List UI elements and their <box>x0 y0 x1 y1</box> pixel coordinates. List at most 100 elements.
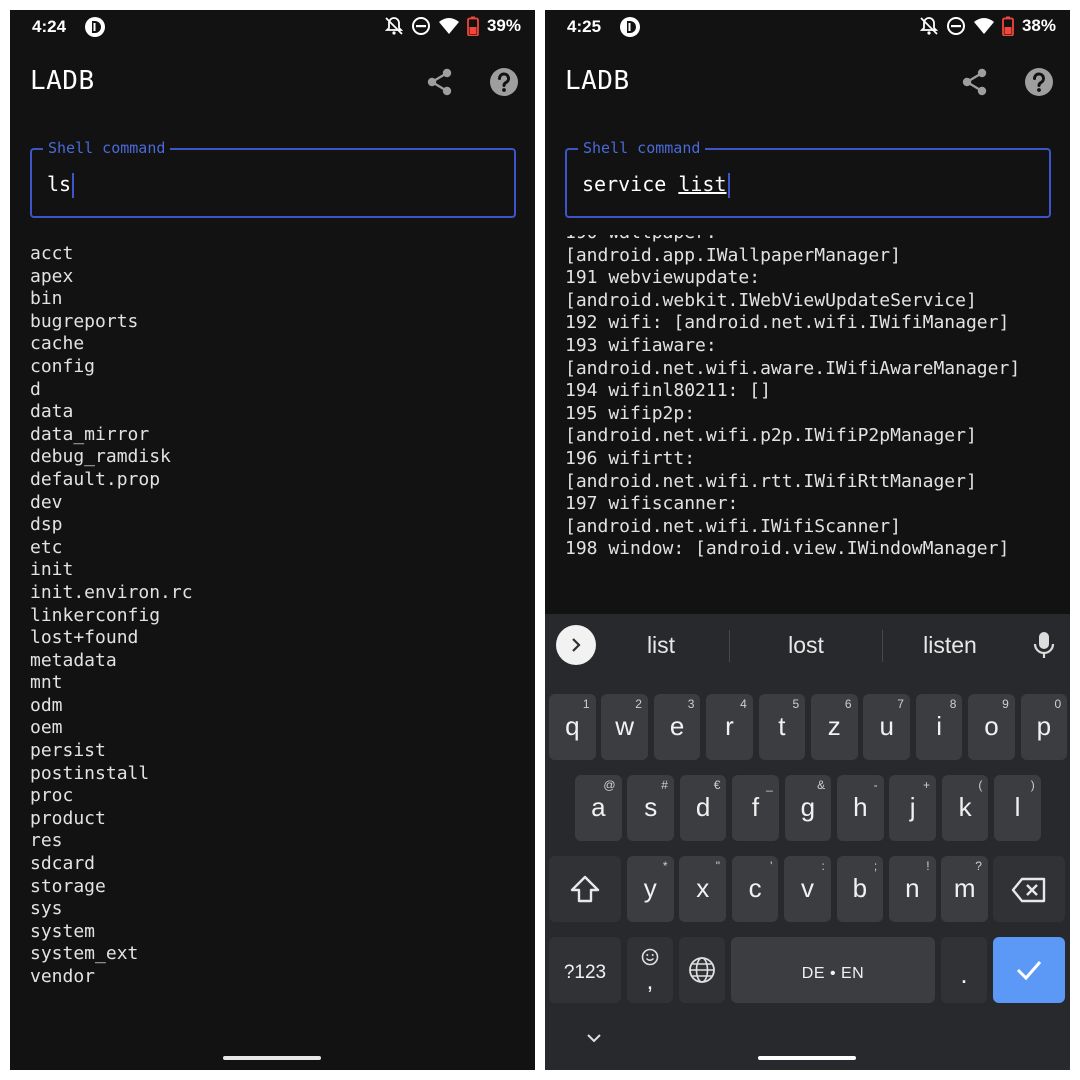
app-title: LADB <box>30 66 95 96</box>
key-hint: & <box>817 778 826 792</box>
chevron-right-icon <box>572 638 581 652</box>
microphone-icon[interactable] <box>1032 630 1056 660</box>
key-label: s <box>644 792 658 822</box>
key-hint: : <box>821 859 825 873</box>
key-label: u <box>879 711 894 741</box>
key-b[interactable]: ; b <box>836 856 884 922</box>
output-line: cache <box>30 333 85 355</box>
shell-command-input[interactable]: Shell command ls <box>30 139 516 218</box>
key-hint: @ <box>603 778 616 792</box>
key-r[interactable]: 4r <box>706 694 753 760</box>
output-line: init <box>30 559 74 581</box>
command-text: ls <box>47 172 72 196</box>
key-t[interactable]: 5t <box>758 694 806 760</box>
notifications-off-icon <box>919 17 939 35</box>
key-n[interactable]: ! n <box>889 856 936 922</box>
status-bar: 4:24 39% <box>10 10 535 46</box>
key-f[interactable]: _ f <box>732 775 779 841</box>
key-label: c <box>748 873 762 903</box>
key-x[interactable]: " x <box>679 856 726 922</box>
symbols-key[interactable]: ?123 <box>549 937 621 1003</box>
key-d[interactable]: € d <box>679 775 727 841</box>
output-line: config <box>30 355 96 377</box>
key-hint: 9 <box>1002 697 1009 711</box>
key-h[interactable]: -h <box>837 775 884 841</box>
key-hint: * <box>662 859 668 873</box>
key-hint: ( <box>978 778 983 792</box>
key-q[interactable]: 1q <box>549 694 596 760</box>
key-label: f <box>751 792 760 822</box>
enter-key[interactable] <box>993 937 1065 1003</box>
output-line: mnt <box>30 672 63 694</box>
key-j[interactable]: + j <box>889 775 936 841</box>
shift-key[interactable] <box>549 856 621 922</box>
app-title: LADB <box>565 66 630 96</box>
key-u[interactable]: 7u <box>863 694 910 760</box>
space-bar[interactable]: DE • EN <box>731 937 935 1003</box>
shell-command-value[interactable]: service list <box>582 172 730 198</box>
command-output-viewport[interactable]: 190 wallpaper:[android.app.IWallpaperMan… <box>545 235 1070 615</box>
output-line: debug_ramdisk <box>30 446 171 468</box>
command-output: acct apex bin bugreports cache config d data dat… <box>30 243 510 989</box>
key-label: r <box>725 711 734 741</box>
key-label: g <box>800 792 816 822</box>
key-label: x <box>696 873 710 903</box>
output-line: [android.app.IWallpaperManager] <box>565 244 901 266</box>
key-hint: 8 <box>949 697 957 711</box>
key-hint: 5 <box>792 697 800 711</box>
emoji-comma-key[interactable]: , <box>627 937 673 1003</box>
key-g[interactable]: & g <box>784 775 832 841</box>
backspace-key[interactable] <box>993 856 1065 922</box>
battery-percentage: 39% <box>486 16 521 35</box>
command-text-composing: list <box>678 172 727 196</box>
key-s[interactable]: # s <box>627 775 674 841</box>
share-icon[interactable] <box>424 66 456 98</box>
output-line: storage <box>30 875 106 897</box>
key-v[interactable]: :v <box>784 856 831 922</box>
key-c[interactable]: ' c <box>731 856 779 922</box>
home-indicator[interactable] <box>758 1056 856 1060</box>
key-w[interactable]: 2w <box>601 694 648 760</box>
key-label: v <box>800 873 814 903</box>
expand-toolbar-button[interactable] <box>556 625 596 665</box>
suggestion-2[interactable]: lost <box>741 632 871 659</box>
home-indicator[interactable] <box>223 1056 321 1060</box>
help-icon[interactable] <box>488 66 520 98</box>
period-key[interactable]: . <box>941 937 987 1003</box>
key-label: h <box>853 792 868 822</box>
shell-command-value[interactable]: ls <box>47 172 75 198</box>
battery-percentage: 38% <box>1021 16 1056 35</box>
output-line: apex <box>30 265 74 287</box>
output-line: system_ext <box>30 943 139 965</box>
key-o[interactable]: 9o <box>968 694 1015 760</box>
language-switch-key[interactable] <box>679 937 725 1003</box>
shell-command-input[interactable]: Shell command service list <box>565 139 1051 218</box>
key-label: q <box>565 711 580 741</box>
suggestion-3[interactable]: listen <box>885 632 1015 659</box>
output-line: persist <box>30 740 106 762</box>
checkmark-icon <box>1016 961 1042 981</box>
key-l[interactable]: ) l <box>994 775 1041 841</box>
key-i[interactable]: 8i <box>915 694 963 760</box>
key-y[interactable]: * y <box>627 856 674 922</box>
output-line: acct <box>30 243 74 264</box>
suggestion-1[interactable]: list <box>596 632 726 659</box>
key-label: e <box>669 711 685 741</box>
shift-icon <box>570 875 600 903</box>
do-not-disturb-icon <box>946 17 965 35</box>
status-time: 4:25 <box>567 17 602 36</box>
key-z[interactable]: 6z <box>811 694 858 760</box>
key-m[interactable]: ? m <box>941 856 988 922</box>
key-label: b <box>852 873 868 903</box>
output-line: postinstall <box>30 762 150 784</box>
key-a[interactable]: @ a <box>575 775 622 841</box>
output-line: 198 window: [android.view.IWindowManager… <box>565 538 1010 560</box>
key-k[interactable]: (k <box>941 775 989 841</box>
key-label: w <box>615 711 635 741</box>
key-e[interactable]: 3e <box>653 694 701 760</box>
period-label: . <box>960 959 968 989</box>
key-p[interactable]: 0p <box>1020 694 1068 760</box>
hide-keyboard-chevron-icon[interactable] <box>585 1032 603 1044</box>
help-icon[interactable] <box>1023 66 1055 98</box>
share-icon[interactable] <box>959 66 991 98</box>
